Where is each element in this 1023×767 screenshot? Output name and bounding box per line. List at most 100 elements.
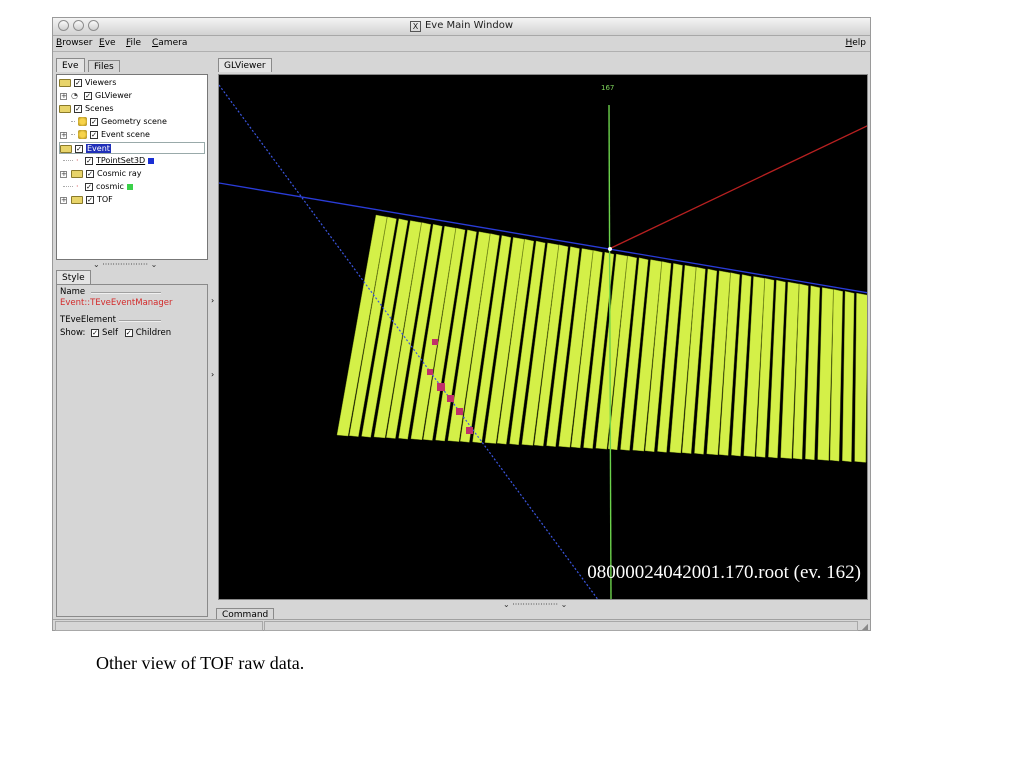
axis-tick-label: 167 (601, 84, 615, 92)
tree-item-label: Scenes (85, 104, 114, 113)
menu-help[interactable]: Help (845, 38, 866, 48)
children-label: Children (135, 328, 172, 338)
tree-item-geometry-scene[interactable]: ✓ Geometry scene (71, 116, 167, 128)
tree-item-scenes[interactable]: ✓ Scenes (59, 103, 114, 115)
element-editor: Name Event::TEveEventManager TEveElement… (56, 284, 208, 617)
tab-files[interactable]: Files (88, 60, 120, 72)
tree-item-tof[interactable]: ✓ TOF (71, 194, 113, 206)
tree-connector (63, 186, 73, 187)
folder-icon (71, 195, 83, 204)
folder-icon (60, 144, 72, 153)
eve-element-tree[interactable]: ✓ Viewers + ◔ ✓ GLViewer ✓ Scenes ✓ Geometry … (56, 74, 208, 260)
tree-item-viewers[interactable]: ✓ Viewers (59, 77, 116, 89)
x11-icon: X (409, 21, 421, 32)
tree-connector (71, 121, 75, 122)
splitter-arrow-icon[interactable]: › (211, 296, 214, 305)
folder-icon (59, 104, 71, 113)
tree-item-tpointset3d[interactable]: · ✓ TPointSet3D (63, 155, 155, 167)
scene-icon (78, 117, 87, 126)
tpointset3d-checkbox[interactable]: ✓ (85, 156, 93, 165)
slide-caption: Other view of TOF raw data. (96, 653, 305, 673)
tab-style[interactable]: Style (56, 270, 91, 284)
tof-bars (336, 214, 867, 463)
splitter-arrow-icon[interactable]: › (211, 370, 214, 379)
hit-marker (432, 339, 438, 345)
expand-icon[interactable]: + (60, 93, 67, 100)
tree-item-label: Event scene (101, 130, 150, 139)
hit-marker (466, 427, 473, 434)
tof-checkbox[interactable]: ✓ (86, 195, 94, 204)
window-title: X Eve Main Window (53, 20, 870, 32)
eve-main-window: X Eve Main Window Browser Eve File Camera… (52, 17, 871, 631)
scenes-checkbox[interactable]: ✓ (74, 104, 82, 113)
status-bar: ◢ (53, 619, 870, 632)
tof-bar (854, 292, 867, 463)
hit-marker (456, 408, 463, 415)
tree-connector (63, 160, 73, 161)
children-checkbox[interactable]: ✓ (124, 328, 133, 337)
menu-camera[interactable]: Camera (152, 38, 187, 48)
tree-item-label: Geometry scene (101, 117, 167, 126)
pointset-icon: · (76, 155, 79, 165)
menu-bar: Browser Eve File Camera Help (53, 36, 870, 52)
status-cell (55, 621, 263, 631)
self-label: Self (102, 328, 119, 338)
tree-connector (71, 134, 75, 135)
origin-point (608, 247, 612, 251)
tab-eve[interactable]: Eve (56, 58, 85, 72)
folder-icon (71, 169, 83, 178)
show-row: Show: ✓ Self ✓ Children (60, 328, 171, 338)
gl-viewer-canvas[interactable]: 167 08000024042001.170.root (ev. 162) (218, 74, 868, 600)
separator (91, 292, 161, 294)
tree-item-label: TOF (97, 195, 113, 204)
tree-item-event[interactable]: ✓ Event (59, 142, 205, 154)
expand-icon[interactable]: + (60, 197, 67, 204)
pointset-icon: · (76, 181, 79, 191)
tree-item-cosmic-ray[interactable]: ✓ Cosmic ray (71, 168, 142, 180)
cosmic-ray-checkbox[interactable]: ✓ (86, 169, 94, 178)
tree-item-cosmic[interactable]: · ✓ cosmic (63, 181, 133, 193)
cosmic-checkbox[interactable]: ✓ (85, 182, 93, 191)
event-file-label: 08000024042001.170.root (ev. 162) (587, 562, 861, 583)
status-cell (264, 621, 858, 631)
resize-grip-icon[interactable]: ◢ (862, 622, 868, 631)
name-label: Name (60, 287, 86, 297)
expand-icon[interactable]: + (60, 132, 67, 139)
tof-bar (866, 428, 867, 463)
tree-item-label: Cosmic ray (97, 169, 142, 178)
window-title-text: Eve Main Window (424, 20, 514, 31)
tree-item-glviewer[interactable]: ◔ ✓ GLViewer (71, 90, 132, 102)
tree-item-event-scene[interactable]: ✓ Event scene (71, 129, 150, 141)
menu-file[interactable]: File (126, 38, 141, 48)
tree-item-label: GLViewer (95, 91, 132, 100)
tree-item-label: Viewers (85, 78, 117, 87)
scene-icon (78, 130, 87, 139)
glviewer-checkbox[interactable]: ✓ (84, 91, 92, 100)
color-swatch[interactable] (148, 157, 155, 164)
eye-icon: ◔ (71, 90, 78, 100)
folder-icon (59, 78, 71, 87)
self-checkbox[interactable]: ✓ (91, 328, 100, 337)
tree-item-label-selected: Event (86, 144, 111, 153)
color-swatch[interactable] (126, 183, 133, 190)
red-axis-line (608, 125, 867, 250)
tree-item-label: cosmic (96, 182, 124, 191)
viewers-checkbox[interactable]: ✓ (74, 78, 82, 87)
geometry-scene-checkbox[interactable]: ✓ (90, 117, 98, 126)
event-display-scene[interactable] (219, 75, 868, 600)
menu-browser[interactable]: Browser (56, 38, 92, 48)
tab-glviewer[interactable]: GLViewer (218, 58, 272, 72)
pane-splitter[interactable]: ⌄ ·················· ⌄ (93, 260, 157, 269)
pane-splitter[interactable]: ⌄ ·················· ⌄ (503, 600, 567, 609)
tof-bar (842, 291, 855, 462)
hit-marker (427, 369, 433, 375)
event-scene-checkbox[interactable]: ✓ (90, 130, 98, 139)
separator (119, 320, 161, 322)
expand-icon[interactable]: + (60, 171, 67, 178)
title-bar: X Eve Main Window (53, 18, 870, 36)
name-value[interactable]: Event::TEveEventManager (60, 298, 173, 308)
event-checkbox[interactable]: ✓ (75, 144, 83, 153)
hit-marker (437, 383, 445, 391)
menu-eve[interactable]: Eve (99, 38, 116, 48)
tree-item-label: TPointSet3D (96, 156, 146, 165)
